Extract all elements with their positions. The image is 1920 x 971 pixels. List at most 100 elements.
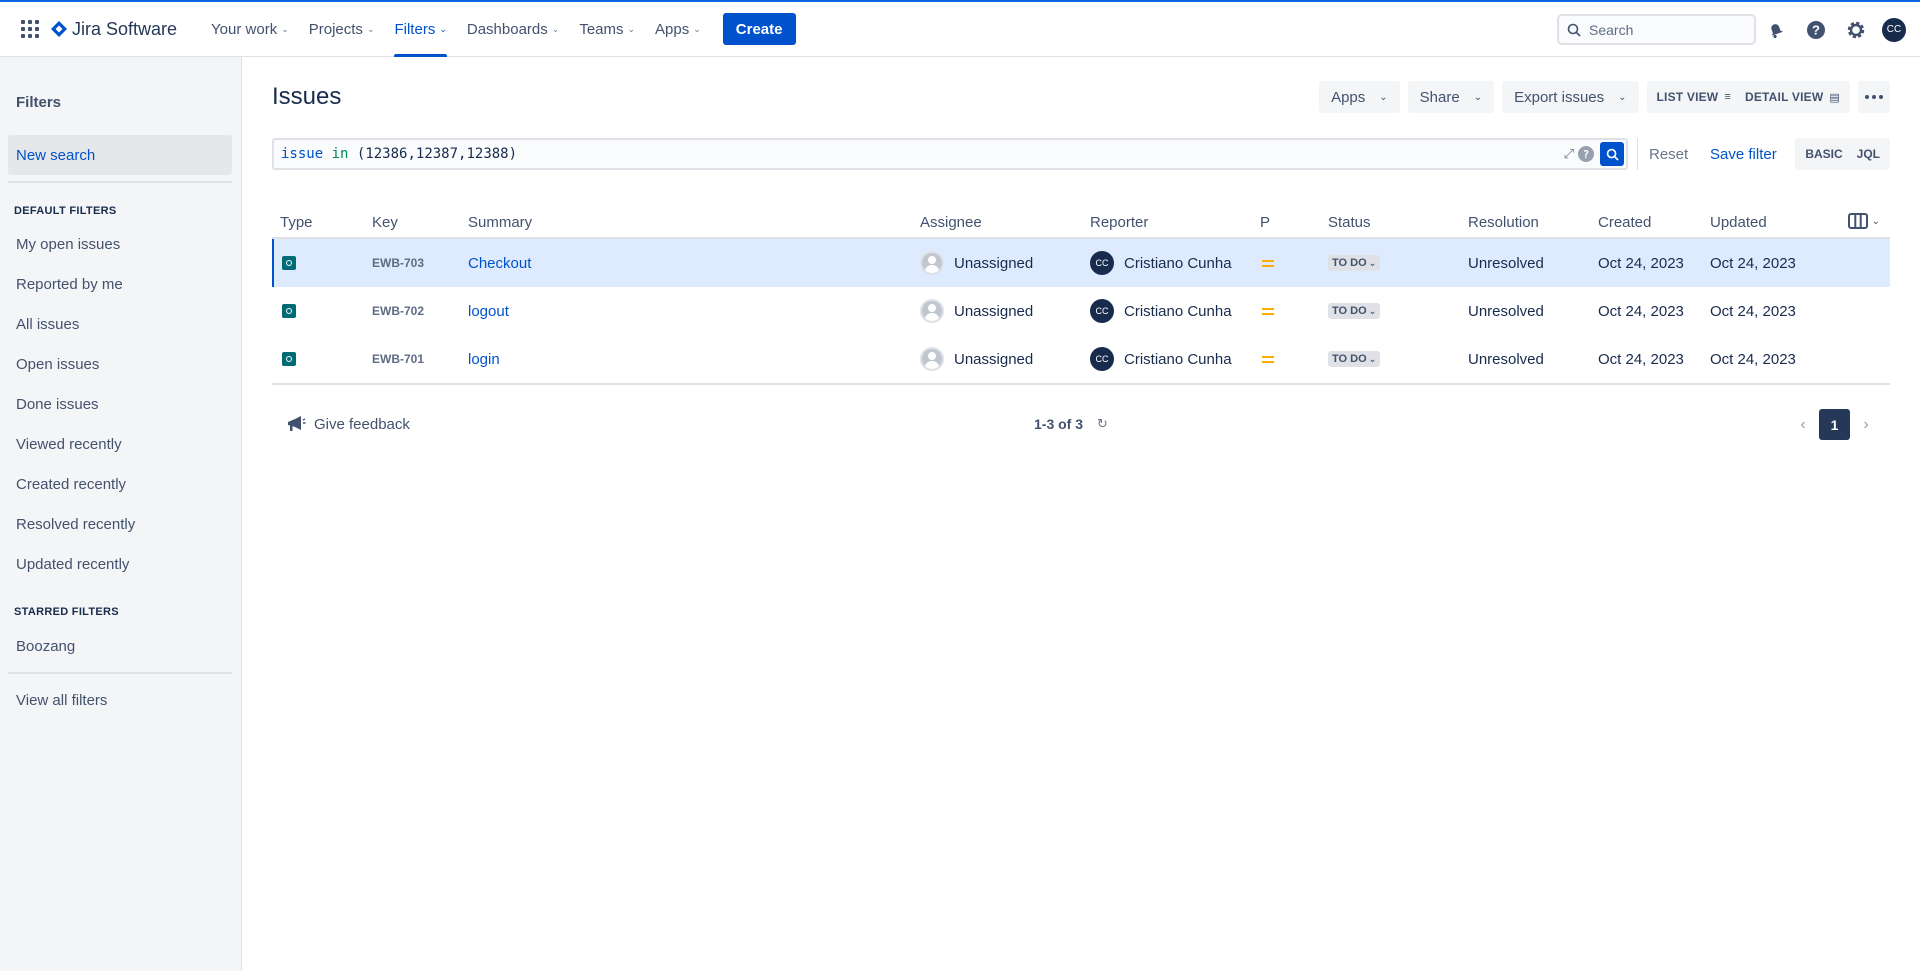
table-row[interactable]: EWB-702 logout Unassigned CC Cristiano Cu… [272,287,1890,335]
status-label: TO DO [1332,257,1367,269]
issue-summary-link[interactable]: logout [468,287,509,335]
nav-teams[interactable]: Teams ⌄ [569,2,645,57]
status-cell: TO DO ⌄ [1328,287,1381,335]
unassigned-avatar-icon [920,251,944,275]
issue-key[interactable]: EWB-701 [372,335,424,383]
nav-label: Filters [394,20,436,38]
app-switcher-icon[interactable] [20,19,40,39]
status-dropdown[interactable]: TO DO ⌄ [1328,351,1381,367]
detail-view-button[interactable]: DETAIL VIEW ▤ [1738,90,1847,104]
issue-type-cell [282,239,296,287]
status-dropdown[interactable]: TO DO ⌄ [1328,255,1381,271]
sidebar-item-view-all-filters[interactable]: View all filters [16,692,107,709]
sidebar-item-updated-recently[interactable]: Updated recently [16,556,129,573]
expand-icon[interactable]: ⤢ [1564,147,1574,162]
button-label: Apps [1331,88,1366,106]
issue-summary-link[interactable]: Checkout [468,239,531,287]
status-label: TO DO [1332,353,1367,365]
product-name: Jira Software [72,18,178,39]
apps-dropdown-button[interactable]: Apps ⌄ [1319,81,1400,113]
primary-nav: Your work ⌄ Projects ⌄ Filters ⌄ Dashboards… [201,2,796,57]
column-header-resolution[interactable]: Resolution [1468,214,1539,231]
nav-projects[interactable]: Projects ⌄ [299,2,385,57]
starred-filters-heading: STARRED FILTERS [14,606,119,618]
sidebar-item-new-search[interactable]: New search [8,135,232,175]
nav-filters[interactable]: Filters ⌄ [384,2,456,57]
chevron-down-icon: ⌄ [281,23,289,34]
table-row[interactable]: EWB-703 Checkout Unassigned CC Cristiano … [272,239,1890,287]
user-avatar[interactable]: CC [1882,17,1906,42]
sidebar-item-all-issues[interactable]: All issues [16,316,79,333]
status-label: TO DO [1332,305,1367,317]
story-type-icon [282,352,296,366]
results-count: 1-3 of 3 ↻ [1034,416,1108,432]
column-picker-button[interactable]: ⌄ [1847,213,1880,229]
column-header-reporter[interactable]: Reporter [1090,214,1148,231]
column-header-status[interactable]: Status [1328,214,1371,231]
column-header-updated[interactable]: Updated [1710,214,1767,231]
sidebar-item-boozang[interactable]: Boozang [16,638,75,655]
more-actions-button[interactable] [1858,81,1890,113]
reset-button[interactable]: Reset [1649,146,1688,163]
sidebar-item-done-issues[interactable]: Done issues [16,396,99,413]
column-header-key[interactable]: Key [372,214,398,231]
jql-search-button[interactable] [1600,142,1624,166]
jira-logo[interactable]: Jira Software [50,19,177,40]
help-button[interactable]: ? [1796,10,1836,50]
unassigned-avatar-icon [920,299,944,323]
list-view-button[interactable]: LIST VIEW ≡ [1650,90,1738,104]
nav-label: Projects [308,20,363,38]
settings-button[interactable] [1836,10,1876,50]
column-header-priority[interactable]: P [1260,214,1270,231]
page-button-current[interactable]: 1 [1819,409,1850,440]
search-mode-toggle: BASIC JQL [1795,138,1890,170]
create-button[interactable]: Create [722,13,796,45]
notifications-button[interactable] [1756,10,1796,50]
nav-your-work[interactable]: Your work ⌄ [201,2,299,57]
nav-dashboards[interactable]: Dashboards ⌄ [457,2,569,57]
give-feedback-button[interactable]: Give feedback [286,415,410,433]
table-header: Type Key Summary Assignee Reporter P Sta… [272,205,1890,239]
detail-view-icon: ▤ [1829,91,1840,104]
column-header-summary[interactable]: Summary [468,214,532,231]
issue-summary-link[interactable]: login [468,335,500,383]
jql-mode-button[interactable]: JQL [1850,147,1887,161]
sidebar-item-open-issues[interactable]: Open issues [16,356,99,373]
export-issues-button[interactable]: Export issues ⌄ [1502,81,1639,113]
nav-apps[interactable]: Apps ⌄ [645,2,711,57]
save-filter-button[interactable]: Save filter [1710,146,1777,163]
updated-cell: Oct 24, 2023 [1710,302,1796,320]
sidebar-item-resolved-recently[interactable]: Resolved recently [16,516,135,533]
jql-input[interactable]: issue in (12386,12387,12388) ⤢ ? [272,138,1628,170]
chevron-down-icon: ⌄ [693,23,701,34]
svg-text:?: ? [1812,22,1820,37]
refresh-icon[interactable]: ↻ [1097,416,1108,432]
button-label: DETAIL VIEW [1744,90,1824,104]
avatar: CC [1090,299,1114,323]
search-icon [1567,23,1581,37]
table-row[interactable]: EWB-701 login Unassigned CC Cristiano Cun… [272,335,1890,383]
next-page-icon[interactable]: › [1854,416,1878,434]
issue-key[interactable]: EWB-702 [372,287,424,335]
page-title: Issues [272,83,342,110]
sidebar-item-created-recently[interactable]: Created recently [16,476,126,493]
unassigned-avatar-icon [920,347,944,371]
share-dropdown-button[interactable]: Share ⌄ [1407,81,1495,113]
priority-medium-icon [1262,307,1274,315]
column-header-created[interactable]: Created [1598,214,1651,231]
sidebar-item-viewed-recently[interactable]: Viewed recently [16,436,122,453]
nav-label: Apps [655,20,690,38]
resolution-cell: Unresolved [1468,302,1544,320]
jql-search-row: issue in (12386,12387,12388) ⤢ ? Reset S… [272,138,1890,172]
list-icon: ≡ [1724,91,1731,103]
status-dropdown[interactable]: TO DO ⌄ [1328,303,1381,319]
search-input[interactable]: Search [1557,14,1756,45]
help-icon[interactable]: ? [1578,146,1594,162]
column-header-assignee[interactable]: Assignee [920,214,982,231]
sidebar-item-my-open-issues[interactable]: My open issues [16,236,120,253]
previous-page-icon[interactable]: ‹ [1791,416,1815,434]
column-header-type[interactable]: Type [280,214,313,231]
sidebar-item-reported-by-me[interactable]: Reported by me [16,276,123,293]
basic-mode-button[interactable]: BASIC [1798,147,1849,161]
issue-key[interactable]: EWB-703 [372,239,424,287]
